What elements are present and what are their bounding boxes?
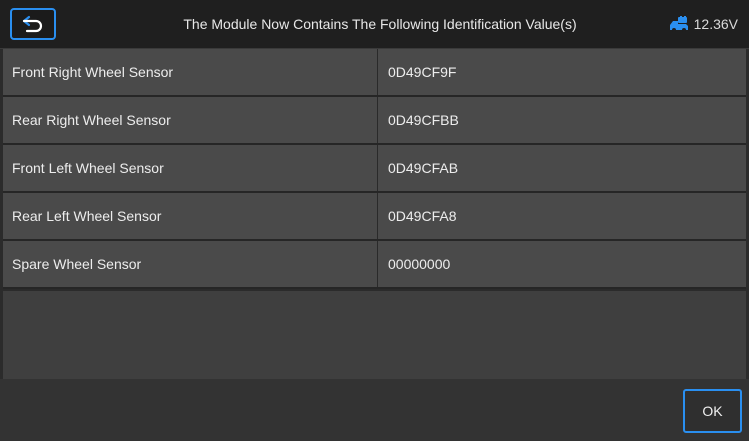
sensor-id-value: 0D49CF9F — [388, 64, 457, 80]
back-button[interactable] — [10, 8, 56, 40]
sensor-id-value: 0D49CFBB — [388, 112, 459, 128]
sensor-name: Rear Left Wheel Sensor — [3, 193, 378, 239]
table-row[interactable]: Front Left Wheel Sensor 0D49CFAB — [3, 145, 746, 193]
table-row[interactable]: Rear Right Wheel Sensor 0D49CFBB — [3, 97, 746, 145]
page-title: The Module Now Contains The Following Id… — [183, 16, 577, 32]
table-row[interactable]: Front Right Wheel Sensor 0D49CF9F — [3, 49, 746, 97]
table-row[interactable]: Spare Wheel Sensor 00000000 — [3, 241, 746, 289]
screen: The Module Now Contains The Following Id… — [0, 0, 749, 441]
top-bar: The Module Now Contains The Following Id… — [0, 0, 749, 49]
sensor-name: Front Right Wheel Sensor — [3, 49, 378, 95]
sensor-id-value: 00000000 — [388, 256, 451, 272]
footer-bar: OK — [0, 379, 749, 441]
vehicle-battery-icon — [669, 16, 688, 32]
sensor-name: Spare Wheel Sensor — [3, 241, 378, 287]
back-arrow-icon — [22, 15, 43, 33]
voltage-value: 12.36V — [693, 16, 738, 32]
empty-content-area — [3, 291, 746, 379]
sensor-name: Rear Right Wheel Sensor — [3, 97, 378, 143]
sensor-name: Front Left Wheel Sensor — [3, 145, 378, 191]
sensor-id-value: 0D49CFA8 — [388, 208, 457, 224]
sensor-id-value: 0D49CFAB — [388, 160, 459, 176]
identification-table: Front Right Wheel Sensor 0D49CF9F Rear R… — [3, 49, 746, 289]
ok-button[interactable]: OK — [683, 389, 742, 433]
battery-voltage: 12.36V — [669, 0, 738, 48]
table-row[interactable]: Rear Left Wheel Sensor 0D49CFA8 — [3, 193, 746, 241]
